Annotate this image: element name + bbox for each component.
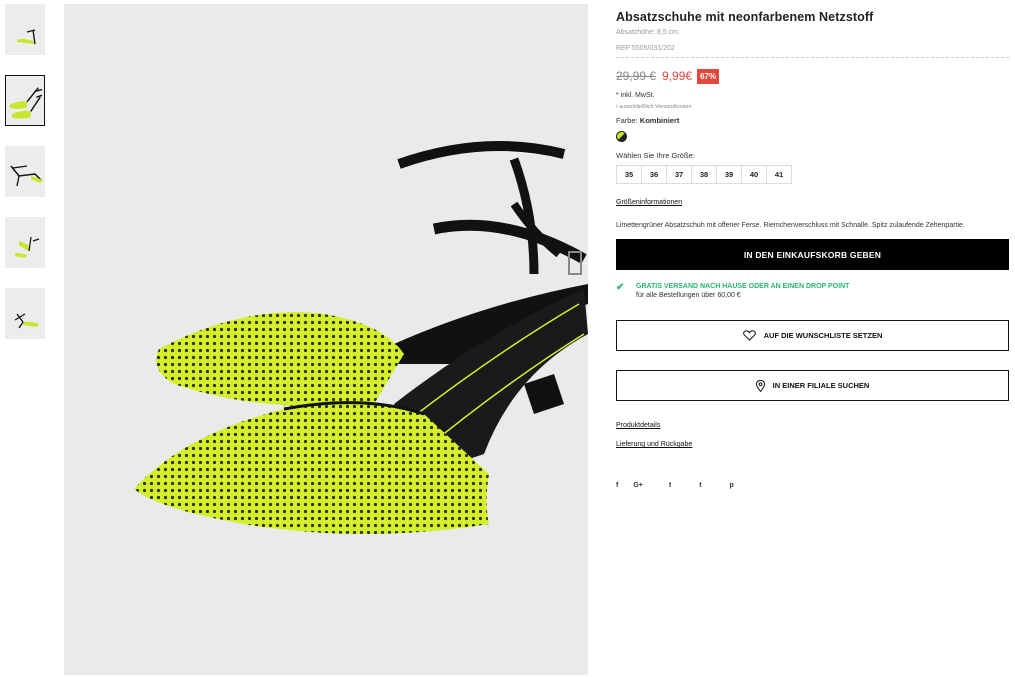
thumbnail-list	[5, 4, 45, 359]
thumbnail-4[interactable]	[5, 217, 45, 268]
product-title: Absatzschuhe mit neonfarbenem Netzstoff	[616, 10, 874, 24]
product-ref: REF 5505/031/202	[616, 45, 675, 52]
google-plus-icon[interactable]: G+	[633, 482, 643, 489]
facebook-icon[interactable]: f	[616, 482, 618, 489]
thumbnail-3[interactable]	[5, 146, 45, 197]
color-line: Farbe: Kombiniert	[616, 116, 1009, 125]
divider	[616, 57, 1009, 58]
delivery-returns-link[interactable]: Lieferung und Rückgabe	[616, 441, 1009, 448]
free-shipping-title: GRATIS VERSAND NACH HAUSE ODER AN EINEN …	[636, 283, 850, 290]
size-option[interactable]: 37	[666, 165, 692, 184]
free-shipping-text: GRATIS VERSAND NACH HAUSE ODER AN EINEN …	[636, 283, 849, 299]
shipping-cost-note: / ausschließlich Versandkosten	[616, 104, 692, 110]
size-option[interactable]: 41	[766, 165, 792, 184]
location-pin-icon	[755, 379, 765, 392]
size-option[interactable]: 40	[741, 165, 767, 184]
find-store-label: IN EINER FILIALE SUCHEN	[772, 381, 870, 390]
tax-note: * inkl. MwSt.	[616, 92, 655, 99]
separator: '	[621, 482, 623, 489]
thumbnail-2[interactable]	[5, 75, 45, 126]
add-to-wishlist-button[interactable]: AUF DIE WUNSCHLISTE SETZEN	[616, 320, 1009, 351]
size-option[interactable]: 35	[616, 165, 642, 184]
pinterest-icon[interactable]: p	[730, 482, 734, 489]
twitter-icon[interactable]: t	[669, 482, 671, 489]
sale-price: 9,99€	[662, 69, 693, 83]
find-in-store-button[interactable]: IN EINER FILIALE SUCHEN	[616, 370, 1009, 401]
color-swatch[interactable]	[616, 131, 627, 142]
size-option[interactable]: 39	[716, 165, 742, 184]
product-description: Limettengrüner Absatzschuh mit offener F…	[616, 222, 965, 229]
tumblr-icon[interactable]: t	[699, 482, 701, 489]
discount-badge: 67%	[697, 68, 720, 84]
free-shipping-subtitle: für alle Bestellungen über 60,00 €	[636, 292, 741, 299]
size-option[interactable]: 38	[691, 165, 717, 184]
add-to-cart-button[interactable]: IN DEN EINKAUFSKORB GEBEN	[616, 239, 1009, 270]
size-selector: 35 36 37 38 39 40 41	[616, 165, 1009, 184]
social-share: f ' G+ t t p	[616, 482, 1009, 489]
check-icon: ✔	[616, 282, 625, 293]
main-product-image	[64, 4, 588, 675]
size-label: Wählen Sie Ihre Größe:	[616, 151, 695, 160]
old-price: 29,99 €	[616, 69, 657, 83]
product-info-panel: Absatzschuhe mit neonfarbenem Netzstoff …	[616, 10, 1009, 489]
thumbnail-5[interactable]	[5, 288, 45, 339]
wishlist-label: AUF DIE WUNSCHLISTE SETZEN	[763, 331, 883, 340]
free-shipping-info: ✔ GRATIS VERSAND NACH HAUSE ODER AN EINE…	[616, 282, 1009, 300]
heel-height: Absatzhöhe: 8,5 cm.	[616, 29, 680, 36]
heart-icon	[742, 330, 756, 341]
product-details-link[interactable]: Produktdetails	[616, 422, 1009, 429]
thumbnail-1[interactable]	[5, 4, 45, 55]
size-info-link[interactable]: Größeninformationen	[616, 199, 682, 206]
price-row: 29,99 € 9,99€ 67%	[616, 68, 1009, 84]
color-label: Farbe:	[616, 116, 638, 125]
size-option[interactable]: 36	[641, 165, 667, 184]
color-value: Kombiniert	[639, 116, 680, 125]
